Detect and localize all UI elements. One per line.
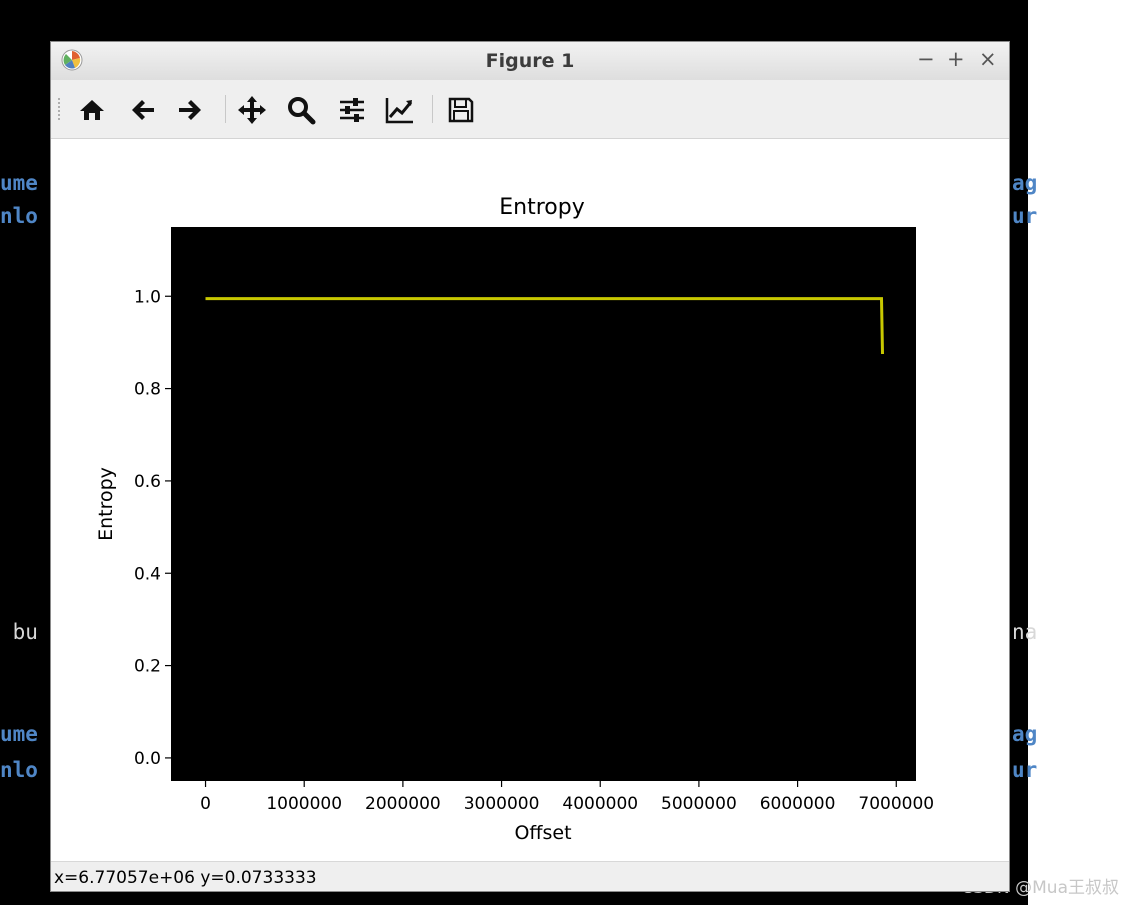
cursor-coordinates: x=6.77057e+06 y=0.0733333 xyxy=(54,868,317,888)
terminal-text-left-3: bu xyxy=(0,620,38,644)
terminal-text-right-3: na xyxy=(1012,620,1038,644)
status-bar: x=6.77057e+06 y=0.0733333 xyxy=(51,861,1009,891)
x-tick-label: 6000000 xyxy=(760,794,836,814)
terminal-text-right-4: ag xyxy=(1012,722,1038,746)
close-button[interactable]: × xyxy=(979,47,997,71)
move-icon xyxy=(238,96,266,124)
x-tick-label: 0 xyxy=(200,794,211,814)
y-tick-label: 0.0 xyxy=(134,749,161,769)
terminal-text-right-1: ag xyxy=(1012,171,1038,195)
y-tick-label: 1.0 xyxy=(134,287,161,307)
y-axis-label: Entropy xyxy=(95,467,117,541)
plot-area[interactable] xyxy=(171,227,916,781)
x-tick-label: 4000000 xyxy=(562,794,638,814)
arrow-left-icon xyxy=(132,100,154,120)
terminal-text-left-2: nlo xyxy=(0,204,38,228)
toolbar-grip[interactable] xyxy=(57,97,61,121)
pan-button[interactable] xyxy=(235,93,269,127)
figure-canvas[interactable]: Entropy 0.0 0.2 0.4 0.6 0.8 1.0 0 1000000 20000… xyxy=(51,139,1009,861)
terminal-text-left-1: ume xyxy=(0,171,38,195)
x-tick-label: 5000000 xyxy=(661,794,737,814)
back-button[interactable] xyxy=(126,93,160,127)
forward-button[interactable] xyxy=(173,93,207,127)
x-tick-label: 7000000 xyxy=(858,794,934,814)
background-right-area xyxy=(1028,0,1125,905)
magnifier-icon xyxy=(288,97,316,125)
y-tick-label: 0.2 xyxy=(134,657,161,677)
figure-window: Figure 1 − + × Entropy 0.0 0.2 0.4 0.6 0… xyxy=(50,41,1010,892)
save-button[interactable] xyxy=(444,93,478,127)
title-bar[interactable]: Figure 1 − + × xyxy=(51,42,1009,81)
sliders-icon xyxy=(340,98,364,122)
y-tick-label: 0.6 xyxy=(134,472,161,492)
chart-title: Entropy xyxy=(499,195,584,220)
x-tick-label: 3000000 xyxy=(464,794,540,814)
configure-subplots-button[interactable] xyxy=(335,93,369,127)
minimize-button[interactable]: − xyxy=(917,47,935,71)
line-chart-icon xyxy=(385,98,413,124)
home-button[interactable] xyxy=(75,93,109,127)
toolbar-separator xyxy=(225,95,226,123)
toolbar-separator xyxy=(432,95,433,123)
terminal-text-right-2: ur xyxy=(1012,204,1038,228)
window-title: Figure 1 xyxy=(485,50,575,72)
entropy-chart[interactable]: Entropy 0.0 0.2 0.4 0.6 0.8 1.0 0 1000000 20000… xyxy=(51,139,1009,861)
terminal-text-left-4: ume xyxy=(0,722,38,746)
toolbar xyxy=(51,80,1009,139)
zoom-button[interactable] xyxy=(284,93,318,127)
x-tick-label: 1000000 xyxy=(266,794,342,814)
x-axis-label: Offset xyxy=(514,822,571,844)
y-tick-label: 0.4 xyxy=(134,564,161,584)
x-tick-label: 2000000 xyxy=(365,794,441,814)
maximize-button[interactable]: + xyxy=(947,47,965,71)
y-tick-label: 0.8 xyxy=(134,380,161,400)
terminal-text-left-5: nlo xyxy=(0,758,38,782)
terminal-text-right-5: ur xyxy=(1012,758,1038,782)
home-icon xyxy=(80,100,104,120)
arrow-right-icon xyxy=(179,100,201,120)
edit-axis-button[interactable] xyxy=(383,93,417,127)
floppy-disk-icon xyxy=(448,97,474,123)
